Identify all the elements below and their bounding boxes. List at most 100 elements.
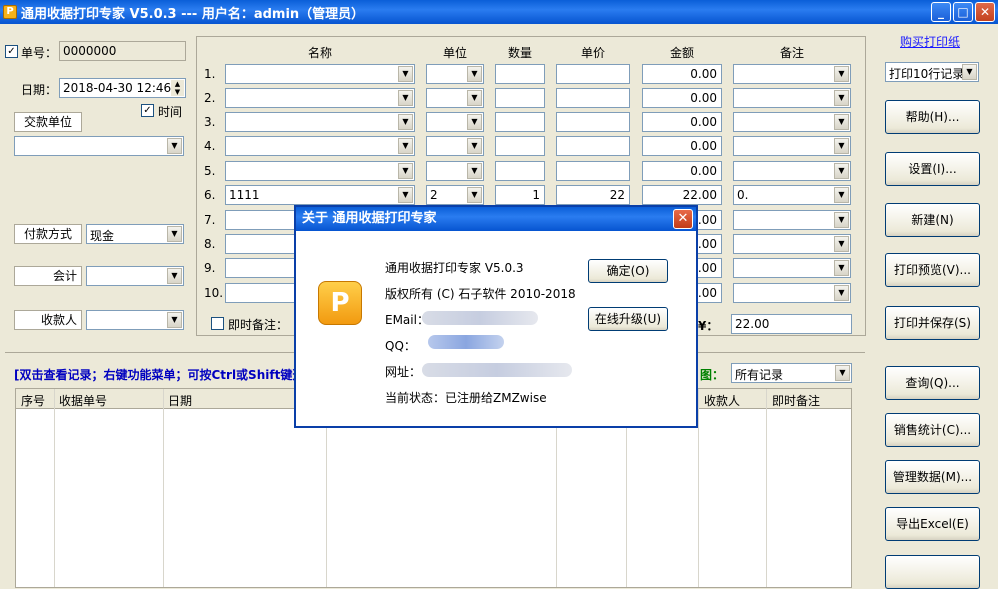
row-note-field[interactable]: ▼ [733, 112, 851, 132]
online-upgrade-button[interactable]: 在线升级(U) [588, 307, 668, 331]
accountant-button[interactable]: 会计 [14, 266, 82, 286]
pay-method-combo[interactable]: 现金 ▼ [86, 224, 184, 244]
print-mode-combo[interactable]: 打印10行记录 ▼ [885, 62, 979, 82]
row-name-field[interactable]: ▼ [225, 136, 415, 156]
row-unit-field[interactable]: ▼ [426, 88, 484, 108]
dropdown-arrow-icon[interactable]: ▼ [398, 163, 413, 179]
dropdown-arrow-icon[interactable]: ▼ [167, 138, 182, 154]
buy-paper-link[interactable]: 购买打印纸 [900, 33, 960, 50]
dropdown-arrow-icon[interactable]: ▼ [834, 285, 849, 301]
row-note-field[interactable]: ▼ [733, 136, 851, 156]
dropdown-arrow-icon[interactable]: ▼ [398, 66, 413, 82]
instant-note-checkbox[interactable] [211, 317, 224, 330]
dropdown-arrow-icon[interactable]: ▼ [398, 114, 413, 130]
grid-col-seq[interactable]: 序号 [21, 392, 45, 409]
row-amount-field[interactable]: 0.00 [642, 64, 722, 84]
dropdown-arrow-icon[interactable]: ▼ [467, 114, 482, 130]
cashier-button[interactable]: 收款人 [14, 310, 82, 330]
receipt-no-field[interactable]: 0000000 [59, 41, 186, 61]
row-note-field[interactable]: ▼ [733, 88, 851, 108]
grid-col-instant-note[interactable]: 即时备注 [772, 392, 820, 409]
dropdown-arrow-icon[interactable]: ▼ [398, 138, 413, 154]
grid-col-cashier[interactable]: 收款人 [704, 392, 740, 409]
dropdown-arrow-icon[interactable]: ▼ [167, 226, 182, 242]
dropdown-arrow-icon[interactable]: ▼ [467, 187, 482, 203]
row-name-field[interactable]: ▼ [225, 112, 415, 132]
cashier-combo[interactable]: ▼ [86, 310, 184, 330]
dropdown-arrow-icon[interactable]: ▼ [834, 90, 849, 106]
row-unit-field[interactable]: ▼ [426, 64, 484, 84]
row-price-field[interactable] [556, 136, 630, 156]
row-note-field[interactable]: 0. ▼ [733, 185, 851, 205]
dropdown-arrow-icon[interactable]: ▼ [467, 138, 482, 154]
close-button[interactable]: ✕ [975, 2, 995, 22]
maximize-button[interactable]: □ [953, 2, 973, 22]
row-note-field[interactable]: ▼ [733, 258, 851, 278]
dropdown-arrow-icon[interactable]: ▼ [834, 66, 849, 82]
settings-button[interactable]: 设置(I)... [885, 152, 980, 186]
sales-stats-button[interactable]: 销售统计(C)... [885, 413, 980, 447]
print-save-button[interactable]: 打印并保存(S) [885, 306, 980, 340]
date-spinner[interactable]: ▲ ▼ [171, 80, 184, 96]
row-note-field[interactable]: ▼ [733, 64, 851, 84]
dropdown-arrow-icon[interactable]: ▼ [167, 312, 182, 328]
dropdown-arrow-icon[interactable]: ▼ [398, 187, 413, 203]
export-excel-button[interactable]: 导出Excel(E) [885, 507, 980, 541]
row-qty-field[interactable] [495, 136, 545, 156]
row-price-field[interactable] [556, 88, 630, 108]
row-price-field[interactable] [556, 161, 630, 181]
dropdown-arrow-icon[interactable]: ▼ [834, 212, 849, 228]
row-qty-field[interactable]: 1 [495, 185, 545, 205]
row-qty-field[interactable] [495, 161, 545, 181]
row-unit-field[interactable]: ▼ [426, 112, 484, 132]
row-note-field[interactable]: ▼ [733, 210, 851, 230]
grid-col-date[interactable]: 日期 [168, 392, 192, 409]
about-close-icon[interactable]: ✕ [673, 209, 693, 229]
new-button[interactable]: 新建(N) [885, 203, 980, 237]
date-input[interactable]: 2018-04-30 12:46: ▲ ▼ [59, 78, 186, 98]
query-button[interactable]: 查询(Q)... [885, 366, 980, 400]
dropdown-arrow-icon[interactable]: ▼ [834, 163, 849, 179]
minimize-button[interactable]: _ [931, 2, 951, 22]
dropdown-arrow-icon[interactable]: ▼ [835, 365, 850, 381]
row-unit-field[interactable]: ▼ [426, 136, 484, 156]
row-note-field[interactable]: ▼ [733, 283, 851, 303]
row-qty-field[interactable] [495, 64, 545, 84]
payer-combo[interactable]: ▼ [14, 136, 184, 156]
about-ok-button[interactable]: 确定(O) [588, 259, 668, 283]
row-price-field[interactable]: 22 [556, 185, 630, 205]
row-unit-field[interactable]: 2 ▼ [426, 185, 484, 205]
row-price-field[interactable] [556, 64, 630, 84]
row-amount-field[interactable]: 0.00 [642, 112, 722, 132]
row-amount-field[interactable]: 0.00 [642, 136, 722, 156]
print-preview-button[interactable]: 打印预览(V)... [885, 253, 980, 287]
dropdown-arrow-icon[interactable]: ▼ [962, 64, 977, 80]
dropdown-arrow-icon[interactable]: ▼ [834, 260, 849, 276]
dropdown-arrow-icon[interactable]: ▼ [834, 138, 849, 154]
row-amount-field[interactable]: 22.00 [642, 185, 722, 205]
row-unit-field[interactable]: ▼ [426, 161, 484, 181]
row-name-field[interactable]: ▼ [225, 161, 415, 181]
manage-data-button[interactable]: 管理数据(M)... [885, 460, 980, 494]
payer-button[interactable]: 交款单位 [14, 112, 82, 132]
row-amount-field[interactable]: 0.00 [642, 88, 722, 108]
record-filter-combo[interactable]: 所有记录 ▼ [731, 363, 852, 383]
grid-col-receipt-no[interactable]: 收据单号 [59, 392, 107, 409]
receipt-no-checkbox[interactable]: ✓ [5, 45, 18, 58]
row-name-field[interactable]: 1111 ▼ [225, 185, 415, 205]
extra-button[interactable] [885, 555, 980, 589]
row-name-field[interactable]: ▼ [225, 88, 415, 108]
row-note-field[interactable]: ▼ [733, 161, 851, 181]
pay-method-button[interactable]: 付款方式 [14, 224, 82, 244]
dropdown-arrow-icon[interactable]: ▼ [834, 114, 849, 130]
dropdown-arrow-icon[interactable]: ▼ [467, 90, 482, 106]
dropdown-arrow-icon[interactable]: ▼ [834, 187, 849, 203]
row-price-field[interactable] [556, 112, 630, 132]
time-checkbox[interactable]: ✓ [141, 104, 154, 117]
row-qty-field[interactable] [495, 88, 545, 108]
row-amount-field[interactable]: 0.00 [642, 161, 722, 181]
row-name-field[interactable]: ▼ [225, 64, 415, 84]
row-qty-field[interactable] [495, 112, 545, 132]
dropdown-arrow-icon[interactable]: ▼ [167, 268, 182, 284]
dropdown-arrow-icon[interactable]: ▼ [467, 163, 482, 179]
